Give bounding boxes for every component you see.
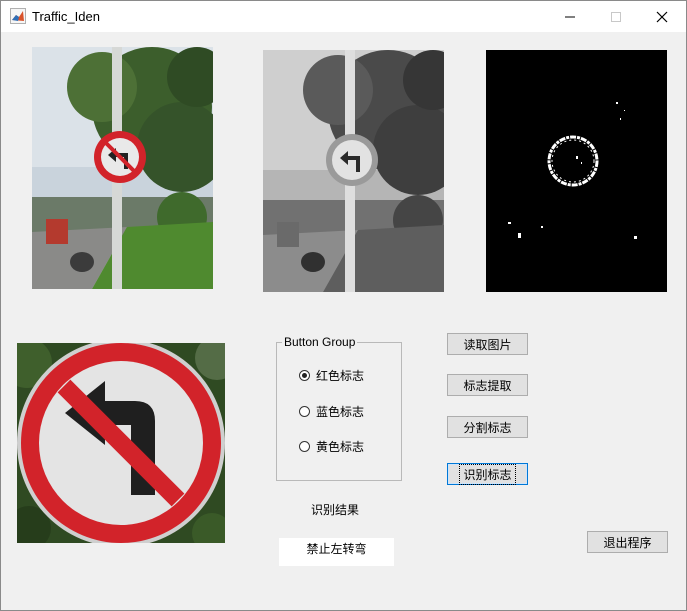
segment-sign-button-label: 分割标志 — [463, 420, 512, 435]
radio-yellow-sign[interactable]: 黄色标志 — [299, 437, 364, 455]
result-label: 识别结果 — [311, 503, 360, 517]
radio-checked-icon[interactable] — [299, 369, 310, 381]
radio-red-sign[interactable]: 红色标志 — [299, 366, 364, 384]
matlab-icon — [10, 8, 26, 24]
radio-blue-sign[interactable]: 蓝色标志 — [299, 402, 364, 420]
radio-unchecked-icon[interactable] — [299, 440, 310, 452]
radio-unchecked-icon[interactable] — [299, 405, 310, 417]
button-group-title: Button Group — [282, 335, 358, 349]
minimize-button[interactable] — [547, 1, 593, 32]
close-button[interactable] — [639, 1, 685, 32]
result-value: 禁止左转弯 — [306, 542, 367, 556]
radio-label: 红色标志 — [316, 368, 365, 383]
maximize-button[interactable] — [593, 1, 639, 32]
radio-label: 黄色标志 — [316, 439, 365, 454]
window-title: Traffic_Iden — [32, 9, 100, 24]
grayscale-image — [263, 50, 444, 292]
radio-label: 蓝色标志 — [316, 404, 365, 419]
read-image-button[interactable]: 读取图片 — [447, 333, 528, 355]
result-display: 禁止左转弯 — [279, 538, 394, 566]
close-icon — [656, 11, 668, 22]
recognize-sign-button-label: 识别标志 — [459, 463, 516, 485]
title-bar[interactable]: Traffic_Iden — [1, 1, 686, 32]
maximize-icon — [611, 11, 621, 22]
minimize-icon — [565, 16, 575, 17]
original-image — [32, 47, 213, 289]
segment-sign-button[interactable]: 分割标志 — [447, 416, 528, 438]
extract-sign-button-label: 标志提取 — [463, 378, 512, 393]
exit-program-button-label: 退出程序 — [603, 535, 652, 550]
read-image-button-label: 读取图片 — [463, 337, 512, 352]
recognize-sign-button[interactable]: 识别标志 — [447, 463, 528, 485]
exit-program-button[interactable]: 退出程序 — [587, 531, 668, 553]
extracted-sign-image — [17, 343, 225, 543]
app-window: Traffic_Iden Button Group 红色标志 蓝色标志 黄色标志… — [0, 0, 687, 611]
binary-image — [486, 50, 667, 292]
extract-sign-button[interactable]: 标志提取 — [447, 374, 528, 396]
